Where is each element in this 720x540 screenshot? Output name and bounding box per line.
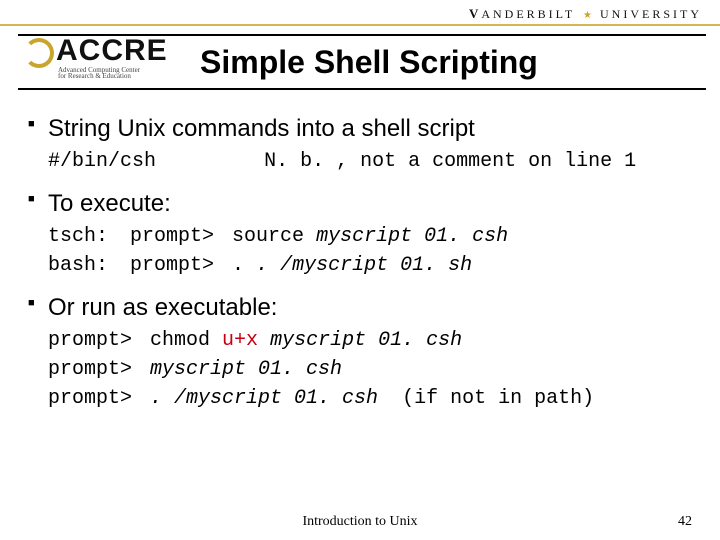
bullet-3-text: Or run as executable: [48, 293, 700, 323]
vu-logo-rest: ANDERBILT [481, 7, 575, 21]
accre-logo: ACCRE Advanced Computing Center for Rese… [24, 30, 176, 94]
ex3-note: (if not in path) [402, 387, 594, 410]
bash-label: bash: [48, 254, 118, 277]
shebang-note: N. b. , not a comment on line 1 [264, 150, 636, 173]
tsch-file: myscript 01. csh [316, 225, 508, 248]
swirl-icon [24, 38, 54, 68]
slide-footer: Introduction to Unix 42 [0, 514, 720, 530]
divider-bottom [18, 88, 706, 90]
shebang-code: #/bin/csh [48, 150, 156, 173]
vu-logo-v: V [469, 6, 481, 21]
bash-prompt: prompt> [130, 254, 220, 277]
bash-file: . /myscript 01. sh [256, 254, 472, 277]
bash-cmd: . [232, 254, 244, 277]
footer-center: Introduction to Unix [0, 514, 720, 530]
ex1-cmd: chmod [150, 329, 210, 352]
bullet-1: String Unix commands into a shell script… [28, 114, 700, 173]
tsch-label: tsch: [48, 225, 118, 248]
bullet-3: Or run as executable: prompt> chmod u+x … [28, 293, 700, 410]
accre-sub2: for Research & Education [58, 72, 176, 80]
tsch-cmd: source [232, 225, 304, 248]
ex1-prompt: prompt> [48, 329, 138, 352]
slide-content: String Unix commands into a shell script… [0, 100, 720, 410]
page-number: 42 [678, 514, 692, 530]
ex2-file: myscript 01. csh [150, 358, 342, 381]
accre-big: ACCRE [56, 36, 168, 66]
bullet-2: To execute: tsch: prompt> source myscrip… [28, 189, 700, 277]
ex3-file: . /myscript 01. csh [150, 387, 378, 410]
tsch-prompt: prompt> [130, 225, 220, 248]
ex1-file: myscript 01. csh [270, 329, 462, 352]
ex1-arg: u+x [222, 329, 258, 352]
ex2-prompt: prompt> [48, 358, 138, 381]
title-bar: ACCRE Advanced Computing Center for Rese… [0, 26, 720, 100]
university-branding: VANDERBILT ★ UNIVERSITY [0, 0, 720, 26]
ex3-prompt: prompt> [48, 387, 138, 410]
slide-title: Simple Shell Scripting [200, 44, 706, 81]
vu-university: UNIVERSITY [600, 7, 702, 21]
star-icon: ★ [581, 10, 594, 21]
bullet-1-text: String Unix commands into a shell script [48, 114, 700, 144]
bullet-2-text: To execute: [48, 189, 700, 219]
